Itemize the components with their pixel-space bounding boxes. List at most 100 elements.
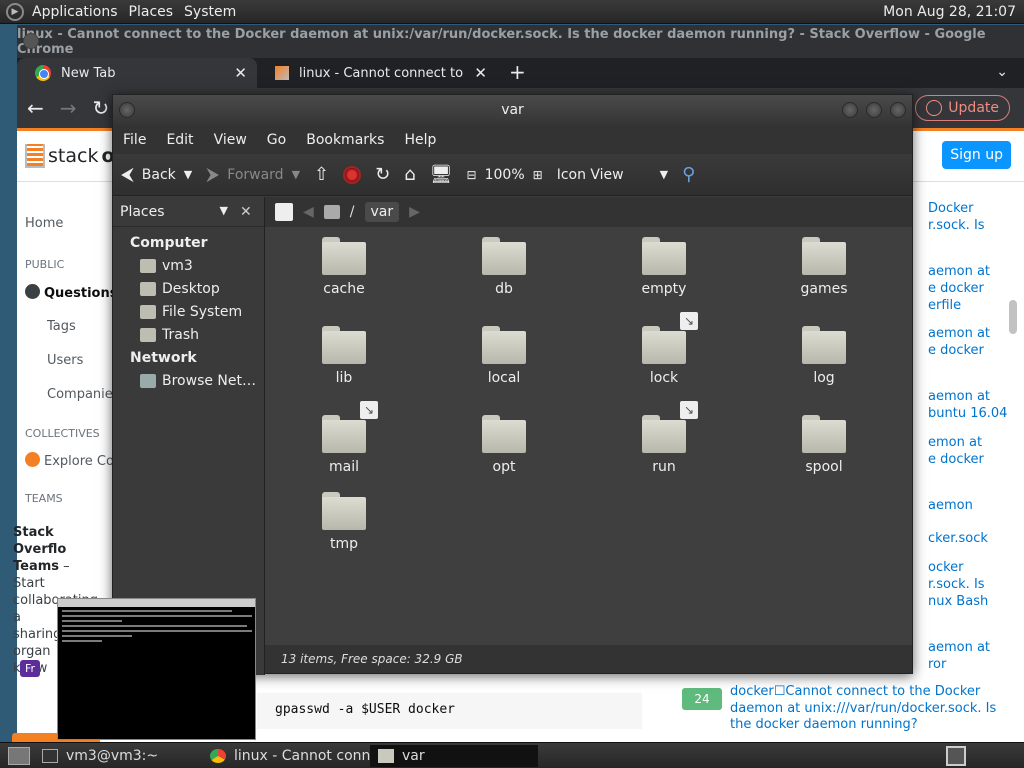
signup-button[interactable]: Sign up: [942, 141, 1011, 169]
sidebar-item-browse-network[interactable]: Browse Net…: [140, 373, 256, 389]
nav-questions[interactable]: Questions: [25, 284, 117, 301]
folder-item[interactable]: ↘ mail: [289, 401, 399, 475]
folder-item[interactable]: log: [769, 326, 879, 386]
back-button[interactable]: ⮜ Back ▼: [121, 164, 192, 185]
menu-places[interactable]: Places: [127, 4, 183, 20]
folder-item[interactable]: spool: [769, 415, 879, 475]
folder-item[interactable]: db: [449, 237, 559, 297]
forward-dropdown-icon[interactable]: ▼: [292, 168, 300, 181]
reload-button[interactable]: ↻: [375, 164, 390, 185]
folder-item[interactable]: local: [449, 326, 559, 386]
new-tab-button[interactable]: +: [497, 60, 538, 87]
tab-stackoverflow[interactable]: linux - Cannot connect to the D ✕: [257, 58, 497, 88]
folder-item[interactable]: tmp: [289, 492, 399, 552]
taskbar-chrome[interactable]: linux - Cannot conn…: [202, 745, 370, 767]
related-link[interactable]: r.sock. Is: [928, 218, 985, 233]
menu-view[interactable]: View: [204, 132, 257, 148]
folder-item[interactable]: games: [769, 237, 879, 297]
home-button[interactable]: ⌂: [404, 164, 415, 185]
folder-item[interactable]: ↘ lock: [609, 312, 719, 386]
related-link[interactable]: emon at: [928, 435, 982, 450]
forward-button[interactable]: ⮞ Forward ▼: [206, 164, 300, 185]
related-link[interactable]: Docker: [928, 201, 974, 216]
maximize-button[interactable]: [866, 102, 882, 118]
window-menu-button[interactable]: [119, 102, 135, 118]
related-link[interactable]: aemon at: [928, 326, 990, 341]
nav-home[interactable]: Home: [25, 216, 63, 231]
menu-edit[interactable]: Edit: [156, 132, 203, 148]
path-left-arrow-icon[interactable]: ◀: [303, 204, 314, 220]
close-button[interactable]: [890, 102, 906, 118]
related-link[interactable]: aemon at: [928, 264, 990, 279]
nav-tags[interactable]: Tags: [47, 319, 76, 334]
reload-icon[interactable]: ↻: [93, 96, 110, 120]
update-button[interactable]: Update: [915, 95, 1010, 121]
zoom-out-icon[interactable]: ⊟: [467, 168, 477, 182]
sidebar-item-desktop[interactable]: Desktop: [140, 281, 220, 297]
up-button[interactable]: ⇧: [314, 164, 329, 185]
breadcrumb-var[interactable]: var: [364, 202, 400, 222]
back-dropdown-icon[interactable]: ▼: [184, 168, 192, 181]
close-tab-icon[interactable]: ✕: [474, 64, 487, 82]
zoom-in-icon[interactable]: ⊞: [533, 168, 543, 182]
nav-explore-collectives[interactable]: Explore Co: [25, 452, 114, 469]
related-link[interactable]: aemon at: [928, 640, 990, 655]
chrome-titlebar[interactable]: linux - Cannot connect to the Docker dae…: [17, 25, 1024, 58]
nav-users[interactable]: Users: [47, 353, 83, 368]
related-link[interactable]: aemon: [928, 498, 973, 513]
page-scrollbar-thumb[interactable]: [1009, 300, 1017, 334]
menu-bookmarks[interactable]: Bookmarks: [296, 132, 394, 148]
folder-item[interactable]: opt: [449, 415, 559, 475]
related-link[interactable]: nux Bash: [928, 594, 988, 609]
folder-item[interactable]: lib: [289, 326, 399, 386]
related-link[interactable]: e docker: [928, 452, 984, 467]
teams-free-button[interactable]: Fr: [20, 660, 41, 677]
show-desktop-icon[interactable]: [8, 746, 30, 765]
related-question-link[interactable]: docker☐Cannot connect to the Docker daem…: [730, 684, 1000, 734]
related-link[interactable]: cker.sock: [928, 531, 988, 546]
root-drive-icon[interactable]: [323, 205, 340, 219]
path-right-arrow-icon[interactable]: ▶: [409, 204, 420, 220]
fm-titlebar[interactable]: var: [113, 95, 912, 125]
related-link[interactable]: buntu 16.04: [928, 406, 1007, 421]
clock[interactable]: Mon Aug 28, 21:07: [883, 4, 1024, 20]
folder-item[interactable]: empty: [609, 237, 719, 297]
menu-system[interactable]: System: [182, 4, 245, 20]
sidebar-item-vm3[interactable]: vm3: [140, 258, 193, 274]
back-arrow-icon[interactable]: ←: [27, 96, 44, 120]
tab-search-chevron-icon[interactable]: ⌄: [996, 64, 1008, 80]
folder-item[interactable]: cache: [289, 237, 399, 297]
distro-logo-icon[interactable]: ▶: [6, 2, 24, 21]
related-link[interactable]: aemon at: [928, 389, 990, 404]
taskbar-terminal[interactable]: vm3@vm3:~: [34, 745, 202, 767]
folder-item[interactable]: ↘ run: [609, 401, 719, 475]
sidebar-mode-select[interactable]: Places ▼: [120, 204, 232, 220]
stop-button[interactable]: [343, 165, 362, 184]
menu-help[interactable]: Help: [394, 132, 446, 148]
minimize-button[interactable]: [842, 102, 858, 118]
sidebar-item-filesystem[interactable]: File System: [140, 304, 242, 320]
window-menu-button[interactable]: [23, 33, 39, 49]
related-link[interactable]: ror: [928, 657, 946, 672]
menu-file[interactable]: File: [113, 132, 156, 148]
related-link[interactable]: r.sock. Is: [928, 577, 985, 592]
workspace-switcher[interactable]: [946, 745, 966, 766]
computer-button[interactable]: 🖥: [430, 164, 453, 185]
menu-go[interactable]: Go: [257, 132, 296, 148]
edit-location-icon[interactable]: [275, 203, 293, 221]
close-sidebar-icon[interactable]: ✕: [240, 204, 252, 220]
related-link[interactable]: erfile: [928, 298, 961, 313]
sidebar-item-trash[interactable]: Trash: [140, 327, 199, 343]
close-tab-icon[interactable]: ✕: [234, 64, 247, 82]
forward-arrow-icon[interactable]: →: [60, 96, 77, 120]
search-button[interactable]: ⚲: [682, 164, 695, 185]
tab-new-tab[interactable]: New Tab ✕: [17, 58, 257, 88]
taskbar-file-manager[interactable]: var: [370, 744, 538, 767]
menu-applications[interactable]: Applications: [30, 4, 127, 20]
related-link[interactable]: e docker: [928, 281, 984, 296]
nav-companies[interactable]: Companies: [47, 387, 120, 402]
terminal-preview[interactable]: [57, 598, 256, 740]
view-mode-select[interactable]: Icon View ▼: [557, 167, 668, 183]
related-link[interactable]: e docker: [928, 343, 984, 358]
related-link[interactable]: ocker: [928, 560, 964, 575]
